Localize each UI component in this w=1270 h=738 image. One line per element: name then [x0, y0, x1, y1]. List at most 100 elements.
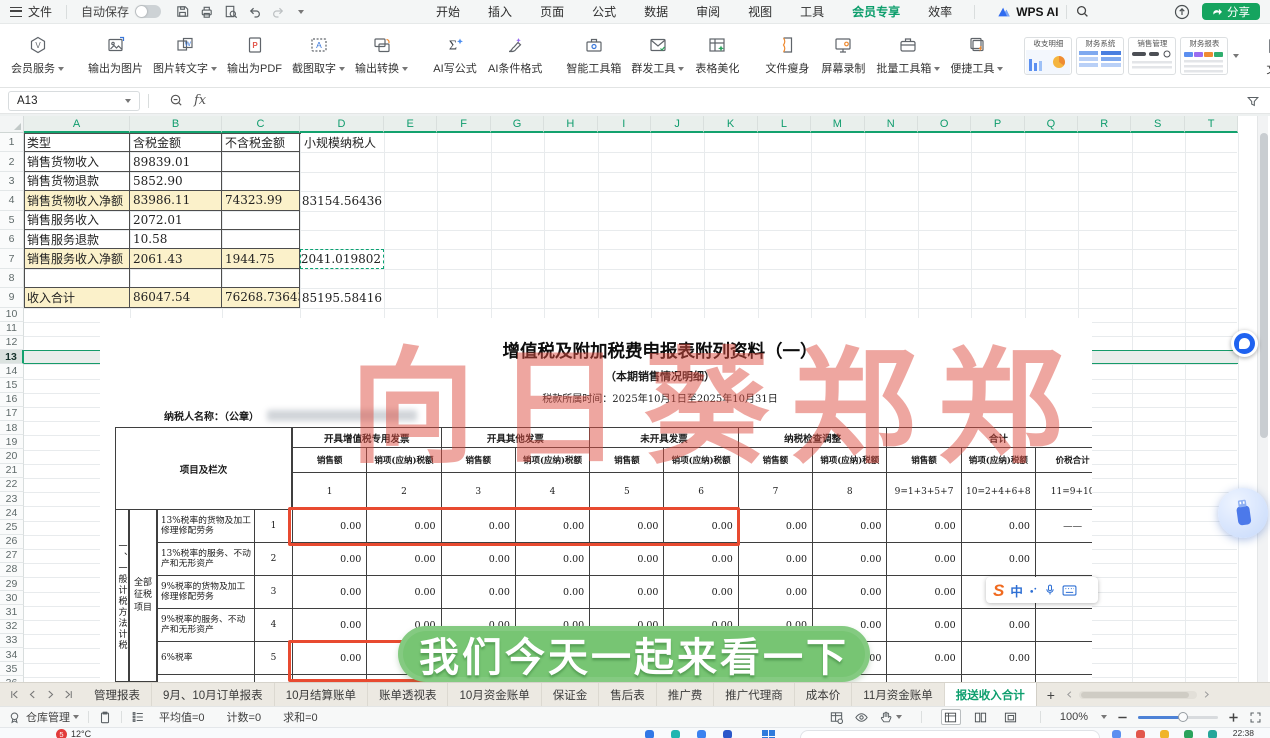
row-header[interactable]: 17: [0, 406, 24, 422]
taskbar-app-icon[interactable]: [645, 730, 654, 738]
zoom-out-icon[interactable]: [1117, 712, 1128, 723]
column-header[interactable]: M: [811, 116, 865, 133]
select-all-corner[interactable]: [0, 116, 24, 133]
column-header[interactable]: I: [597, 116, 651, 133]
outline-view-icon[interactable]: [131, 710, 145, 724]
cell-C9[interactable]: 76268.73643: [222, 288, 300, 308]
zoom-formula-icon[interactable]: [169, 93, 184, 108]
column-header[interactable]: P: [971, 116, 1025, 133]
share-button[interactable]: 分享: [1202, 3, 1260, 20]
horizontal-scrollbar[interactable]: [1078, 690, 1197, 699]
mode-caret-icon[interactable]: [73, 715, 79, 719]
cell-D7-copied-marquee[interactable]: 2041.019802: [300, 249, 384, 269]
pan-caret-icon[interactable]: [895, 715, 902, 719]
cell-reference-box[interactable]: A13: [8, 90, 140, 111]
cell-B7[interactable]: 2061.43: [130, 249, 222, 269]
column-header[interactable]: N: [864, 116, 918, 133]
cell-D9[interactable]: 85195.58416: [300, 288, 384, 307]
zoom-slider-knob[interactable]: [1178, 712, 1188, 722]
menu-item[interactable]: 工具: [786, 0, 838, 23]
row-header[interactable]: 10: [0, 307, 24, 322]
taskbar-clock[interactable]: 22:38: [1233, 728, 1254, 738]
cell-B6[interactable]: 10.58: [130, 229, 222, 250]
sheet-tab[interactable]: 推广费: [657, 682, 715, 707]
first-sheet-icon[interactable]: [9, 689, 20, 700]
row-header[interactable]: 33: [0, 633, 24, 649]
cell-D5[interactable]: [300, 211, 384, 230]
ime-toolbar[interactable]: S 中: [986, 577, 1098, 603]
cell-B2[interactable]: 89839.01: [130, 152, 222, 172]
cell-A9[interactable]: 收入合计: [24, 288, 130, 308]
vertical-scrollbar-thumb[interactable]: [1259, 133, 1268, 438]
wps-ai-button[interactable]: WPS AI: [997, 5, 1058, 19]
ribbon-button-image-to-text[interactable]: W 图片转文字: [148, 28, 222, 84]
mode-label[interactable]: 仓库管理: [26, 709, 70, 725]
windows-taskbar[interactable]: 5 12°C 22:38: [0, 727, 1270, 738]
sheet-tab[interactable]: 保证金: [542, 682, 600, 707]
row-header[interactable]: 6: [0, 229, 24, 250]
keyboard-icon[interactable]: [1062, 584, 1077, 596]
taskbar-app-icon[interactable]: [1136, 730, 1145, 738]
cell-C8[interactable]: [222, 268, 300, 289]
hamburger-menu-icon[interactable]: [10, 6, 22, 17]
column-header[interactable]: E: [384, 116, 438, 133]
cell-D8[interactable]: [300, 269, 384, 288]
template-card-income-detail[interactable]: 收支明细: [1024, 36, 1073, 75]
sheet-tab[interactable]: 推广代理商: [714, 682, 795, 707]
cell-A8[interactable]: [24, 268, 130, 289]
cell-A6[interactable]: 销售服务退款: [24, 229, 130, 250]
row-header[interactable]: 11: [0, 321, 24, 336]
column-header[interactable]: A: [24, 116, 130, 133]
ime-dots-icon[interactable]: [1029, 586, 1038, 595]
sheet-tab[interactable]: 10月结算账单: [275, 682, 368, 707]
row-header[interactable]: 24: [0, 506, 24, 521]
cell-D2[interactable]: [300, 152, 384, 171]
prev-sheet-icon[interactable]: [27, 689, 38, 700]
ribbon-button-file-slim[interactable]: 文件瘦身: [759, 28, 815, 84]
cell-C4[interactable]: 74323.99: [222, 191, 300, 211]
cell-B8[interactable]: [130, 268, 222, 289]
cell-B9[interactable]: 86047.54: [130, 288, 222, 308]
ribbon-button-quick-tools[interactable]: 便捷工具: [945, 28, 1008, 84]
page-break-view-button[interactable]: [1001, 709, 1021, 725]
cell-C3[interactable]: [222, 171, 300, 192]
row-header[interactable]: 25: [0, 520, 24, 535]
menu-item[interactable]: 插入: [474, 0, 526, 23]
sheet-tab[interactable]: 管理报表: [83, 682, 152, 707]
zoom-level[interactable]: 100%: [1060, 711, 1088, 723]
cell-B3[interactable]: 5852.90: [130, 171, 222, 192]
formula-bar-panel-icon[interactable]: [1246, 94, 1260, 108]
vertical-scrollbar[interactable]: [1257, 116, 1268, 682]
sheet-tab[interactable]: 9月、10月订单报表: [152, 682, 275, 707]
row-header[interactable]: 22: [0, 477, 24, 492]
row-header[interactable]: 26: [0, 534, 24, 549]
column-header[interactable]: J: [650, 116, 705, 133]
row-header[interactable]: 32: [0, 619, 24, 634]
add-sheet-button[interactable]: +: [1037, 687, 1065, 703]
row-header[interactable]: 1: [0, 133, 24, 153]
row-header[interactable]: 15: [0, 378, 24, 393]
templates-caret-icon[interactable]: [1233, 53, 1240, 58]
taskbar-search-box[interactable]: [800, 730, 1100, 738]
cell-A4[interactable]: 销售货物收入净额: [24, 191, 130, 211]
print-icon[interactable]: [199, 4, 214, 19]
clipboard-icon[interactable]: [98, 710, 112, 724]
row-header[interactable]: 13: [0, 350, 24, 365]
assistant-floating-button[interactable]: [1231, 330, 1258, 357]
redo-icon[interactable]: [271, 4, 286, 19]
row-header[interactable]: 20: [0, 449, 24, 464]
ribbon-button-ai-conditional-format[interactable]: AI条件格式: [483, 28, 547, 84]
qat-caret-icon[interactable]: [298, 9, 305, 14]
ribbon-button-screenshot-ocr[interactable]: A 截图取字: [287, 28, 350, 84]
cell-A2[interactable]: 销售货物收入: [24, 152, 130, 172]
ribbon-button-screen-record[interactable]: 屏幕录制: [815, 28, 871, 84]
ribbon-button-mail-merge[interactable]: 群发工具: [626, 28, 689, 84]
menu-item[interactable]: 会员专享: [838, 0, 914, 26]
cell-C6[interactable]: [222, 229, 300, 250]
row-header[interactable]: 35: [0, 662, 24, 677]
row-header[interactable]: 19: [0, 435, 24, 450]
last-sheet-icon[interactable]: [63, 689, 74, 700]
column-header[interactable]: R: [1078, 116, 1132, 133]
cell-C1[interactable]: 不含税金额: [222, 133, 300, 153]
cell-A3[interactable]: 销售货物退款: [24, 171, 130, 192]
